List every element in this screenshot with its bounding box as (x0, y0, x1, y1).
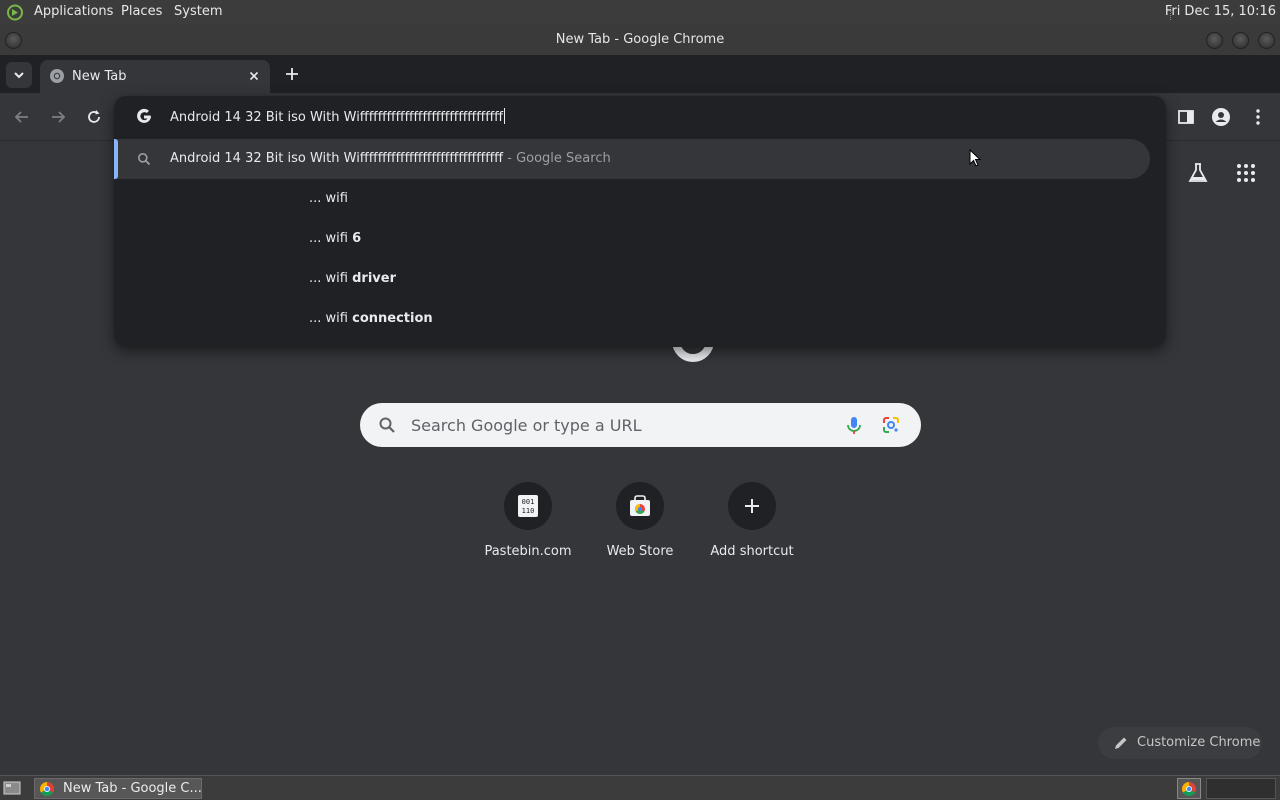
shortcut-web-store[interactable]: Web Store (584, 482, 696, 559)
minimize-button[interactable] (1206, 32, 1223, 49)
omnibox-input[interactable]: Android 14 32 Bit iso With Wifffffffffff… (170, 108, 506, 125)
svg-text:001: 001 (522, 498, 535, 506)
search-icon (378, 416, 396, 434)
pencil-icon (1113, 735, 1129, 751)
suggestion-google-search[interactable]: Android 14 32 Bit iso With Wifffffffffff… (114, 139, 1150, 179)
side-panel-button[interactable] (1176, 107, 1196, 127)
suggestion-query: Android 14 32 Bit iso With Wifffffffffff… (170, 151, 504, 166)
suggestion-bold: 6 (352, 231, 362, 246)
search-placeholder: Search Google or type a URL (411, 416, 642, 435)
customize-label: Customize Chrome (1137, 735, 1261, 750)
suggestion-bold: connection (352, 311, 433, 326)
google-lens-icon[interactable] (881, 415, 901, 435)
forward-button[interactable] (48, 107, 68, 127)
maximize-button[interactable] (1232, 32, 1249, 49)
taskbar-window-chrome[interactable]: New Tab - Google C... (34, 778, 202, 799)
google-apps-button[interactable] (1234, 161, 1258, 185)
flask-icon (1188, 163, 1208, 182)
profile-button[interactable] (1211, 107, 1231, 127)
web-store-icon (628, 494, 652, 518)
suggestion-suffix: - Google Search (503, 151, 611, 166)
kebab-menu-icon (1256, 109, 1260, 125)
menu-applications[interactable]: Applications (34, 4, 113, 19)
close-window-button[interactable] (1258, 32, 1275, 49)
google-g-icon (135, 108, 153, 126)
mouse-cursor-icon (969, 149, 981, 167)
new-tab-button[interactable] (282, 64, 302, 84)
suggestion-prefix: ... wifi (309, 271, 353, 286)
shortcut-label: Add shortcut (710, 544, 794, 559)
back-button[interactable] (12, 107, 32, 127)
text-caret (504, 108, 506, 124)
distro-logo-icon[interactable] (6, 4, 24, 21)
shortcut-tile: 001 110 (504, 482, 552, 530)
window-title: New Tab - Google Chrome (555, 32, 725, 47)
taskbar: New Tab - Google C... (0, 775, 1280, 800)
plus-icon (742, 496, 762, 516)
tab-strip: New Tab (0, 55, 1280, 93)
suggestion-prefix: ... wifi (309, 311, 353, 326)
svg-text:110: 110 (522, 507, 535, 515)
menu-places[interactable]: Places (121, 4, 162, 19)
close-tab-icon[interactable] (246, 68, 262, 84)
suggestion-text: Android 14 32 Bit iso With Wifffffffffff… (170, 151, 611, 166)
shortcut-pastebin[interactable]: 001 110 Pastebin.com (472, 482, 584, 559)
tab-title: New Tab (72, 69, 127, 84)
show-desktop-icon[interactable] (3, 780, 21, 796)
top-panel: Applications Places System Fri Dec 15, 1… (0, 0, 1280, 25)
apps-grid-icon (1237, 164, 1255, 182)
shortcut-tile (728, 482, 776, 530)
tray-chrome-icon[interactable] (1177, 778, 1201, 799)
chrome-menu-button[interactable] (1248, 107, 1268, 127)
side-panel-icon (1178, 110, 1194, 124)
menu-system[interactable]: System (174, 4, 222, 19)
labs-button[interactable] (1186, 161, 1210, 185)
chrome-icon (39, 781, 55, 797)
tab-search-button[interactable] (6, 62, 32, 88)
suggestion-prefix: ... wifi (309, 231, 353, 246)
suggestion-item[interactable]: ... wifi driver (309, 271, 396, 286)
workspace-switcher[interactable] (1206, 778, 1276, 799)
customize-chrome-button[interactable]: Customize Chrome (1098, 727, 1262, 759)
suggestion-bold: driver (352, 271, 396, 286)
search-icon (137, 152, 151, 166)
profile-avatar-icon (1212, 108, 1230, 126)
plus-icon (286, 68, 298, 80)
suggestion-item[interactable]: ... wifi 6 (309, 231, 361, 246)
window-title-bar[interactable]: New Tab - Google Chrome (0, 25, 1280, 55)
voice-search-icon[interactable] (845, 415, 863, 435)
reload-button[interactable] (84, 107, 104, 127)
pastebin-icon: 001 110 (517, 494, 539, 518)
shortcut-label: Web Store (606, 544, 674, 559)
ntp-search-box[interactable]: Search Google or type a URL (360, 403, 921, 447)
clock[interactable]: Fri Dec 15, 10:16 (1165, 4, 1276, 19)
suggestion-item[interactable]: ... wifi connection (309, 311, 433, 326)
shortcut-label: Pastebin.com (484, 544, 572, 559)
chevron-down-icon (14, 72, 24, 79)
reload-icon (88, 110, 100, 123)
omnibox-input-text: Android 14 32 Bit iso With Wifffffffffff… (170, 110, 504, 125)
back-arrow-icon (14, 111, 28, 123)
omnibox-dropdown[interactable]: Android 14 32 Bit iso With Wifffffffffff… (114, 96, 1166, 347)
forward-arrow-icon (52, 111, 66, 123)
add-shortcut-button[interactable]: Add shortcut (696, 482, 808, 559)
shortcut-tile (616, 482, 664, 530)
suggestion-item[interactable]: ... wifi (309, 191, 348, 206)
tab-new-tab[interactable]: New Tab (40, 60, 270, 93)
suggestion-prefix: ... wifi (309, 191, 348, 206)
taskbar-window-label: New Tab - Google C... (63, 781, 202, 796)
selection-accent (114, 139, 118, 179)
chrome-favicon-icon (49, 68, 65, 84)
